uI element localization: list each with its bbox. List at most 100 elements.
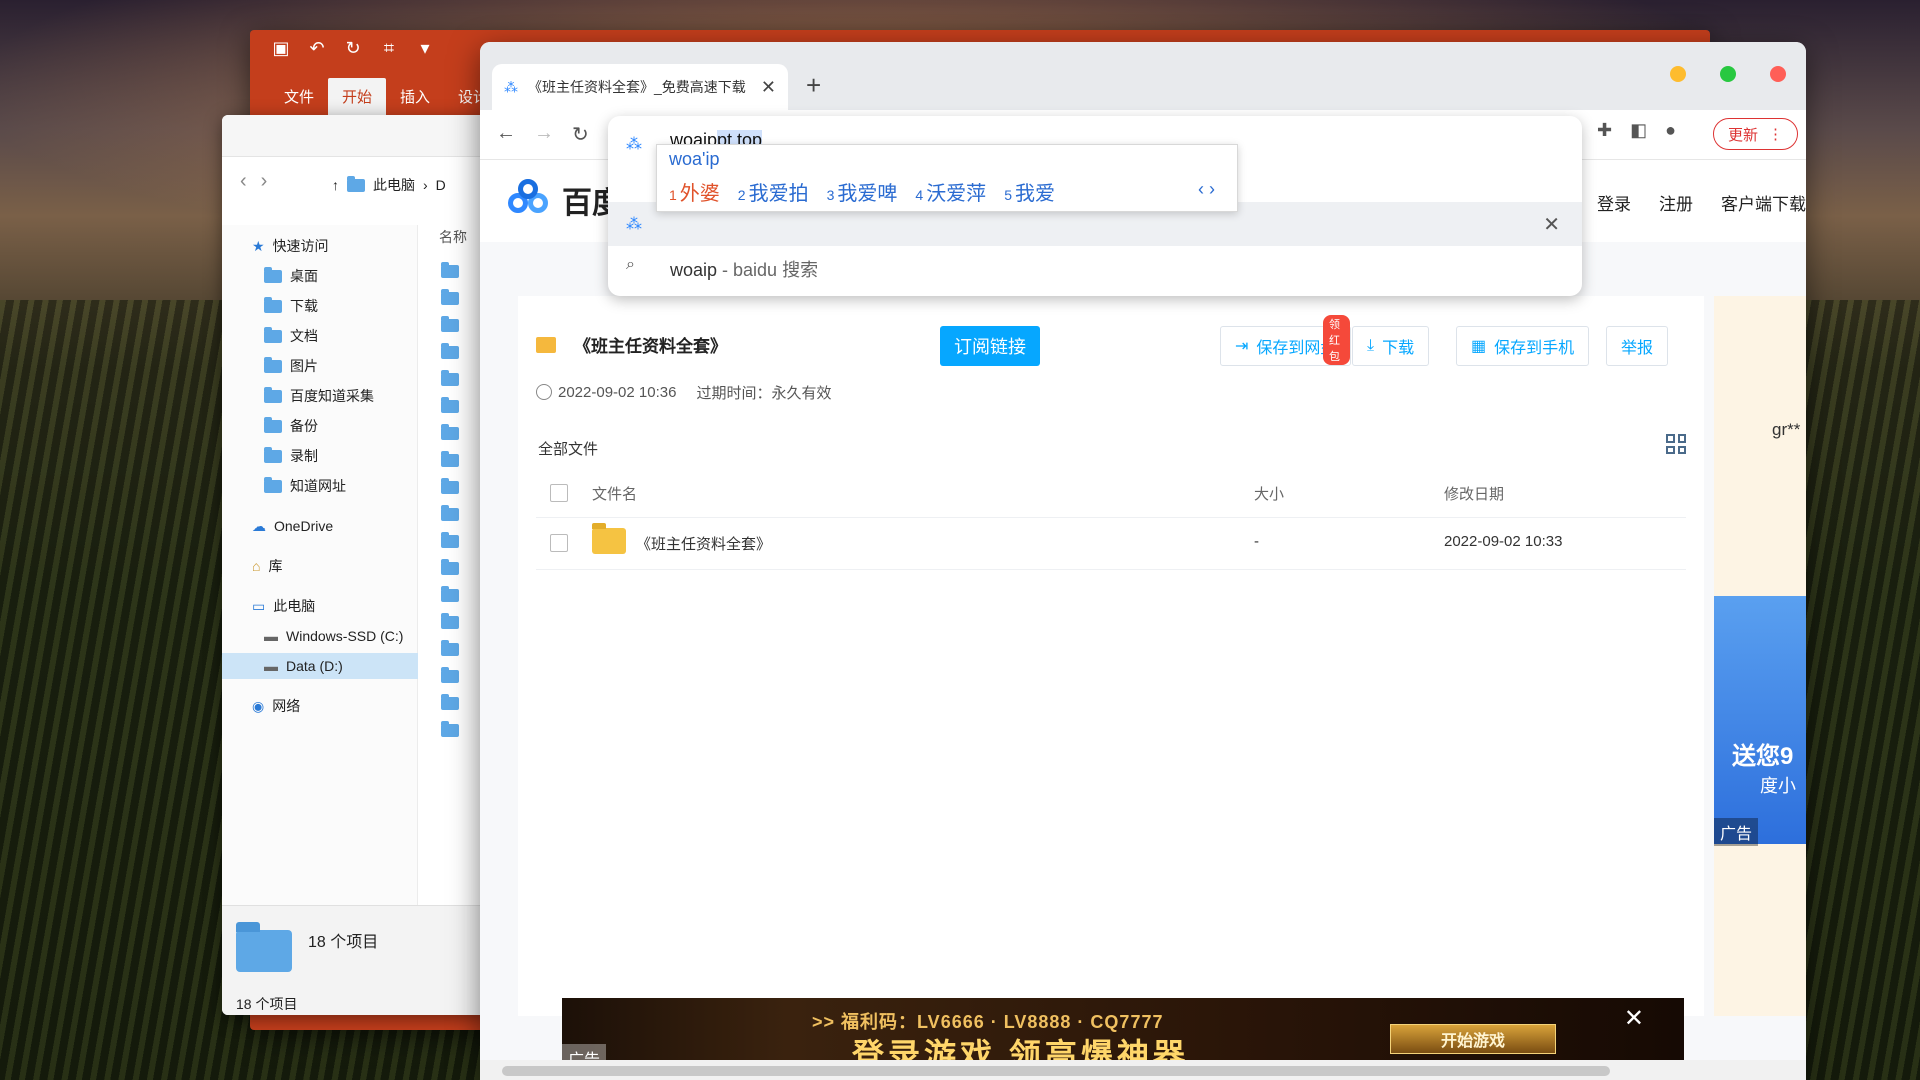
browser-tab[interactable]: ⁂ 《班主任资料全套》_免费高速下载 ✕	[492, 64, 788, 110]
side-advertisement[interactable]: gr** 送您9 度小 广告	[1714, 296, 1806, 1016]
folder-icon[interactable]	[441, 667, 459, 683]
sidebar-item-recordings[interactable]: 录制	[264, 443, 318, 469]
report-button[interactable]: 举报	[1606, 326, 1669, 366]
sidebar-item-library[interactable]: ⌂ 库	[252, 553, 282, 579]
folder-icon[interactable]	[441, 478, 459, 494]
side-ad-banner[interactable]	[1714, 596, 1806, 844]
ime-candidate[interactable]: 1 外婆	[669, 177, 720, 206]
folder-icon[interactable]	[441, 613, 459, 629]
reload-icon[interactable]: ↻	[572, 122, 589, 147]
folder-icon[interactable]	[441, 640, 459, 656]
sidebar-item-zhidao-urls[interactable]: 知道网址	[264, 473, 346, 499]
back-icon[interactable]: ←	[496, 122, 516, 145]
folder-icon[interactable]	[441, 721, 459, 737]
library-icon: ⌂	[252, 558, 261, 574]
maximize-button[interactable]	[1720, 66, 1736, 82]
horizontal-scrollbar[interactable]	[480, 1060, 1806, 1080]
table-row[interactable]: 《班主任资料全套》 - 2022-09-02 10:33	[536, 518, 1686, 570]
sidebar-item-network[interactable]: ◉ 网络	[252, 693, 300, 719]
save-to-phone-button[interactable]: ▦ 保存到手机	[1456, 326, 1590, 366]
client-download-link[interactable]: 客户端下载	[1721, 190, 1806, 215]
up-icon[interactable]: ↑	[332, 177, 339, 193]
sidebar-item-backup[interactable]: 备份	[264, 413, 318, 439]
folder-icon[interactable]	[441, 694, 459, 710]
folder-icon[interactable]	[441, 586, 459, 602]
ime-page-arrows[interactable]: ‹ ›	[1198, 179, 1215, 200]
side-panel-icon[interactable]: ◧	[1630, 120, 1647, 141]
sidebar-item-pictures[interactable]: 图片	[264, 353, 318, 379]
folder-icon	[264, 476, 282, 493]
redo-icon[interactable]: ↻	[342, 38, 364, 59]
ribbon-tabs: 文件 开始 插入 设计	[270, 78, 502, 115]
profile-icon[interactable]: ●	[1665, 120, 1676, 141]
select-all-checkbox[interactable]	[550, 484, 568, 502]
sidebar-item-documents[interactable]: 文档	[264, 323, 318, 349]
folder-icon[interactable]	[441, 343, 459, 359]
undo-icon[interactable]: ↶	[306, 38, 328, 59]
sidebar-item-downloads[interactable]: 下载	[264, 293, 318, 319]
explorer-toolbar	[222, 115, 492, 157]
sidebar-item-onedrive[interactable]: ☁ OneDrive	[252, 513, 333, 539]
new-tab-button[interactable]: +	[806, 70, 821, 101]
save-to-cloud-button[interactable]: ⇥ 保存到网盘 领红包	[1220, 315, 1352, 366]
extensions-icon[interactable]: ✚	[1597, 120, 1612, 141]
login-link[interactable]: 登录	[1597, 190, 1631, 215]
customize-qat-icon[interactable]: ▾	[414, 38, 436, 59]
column-header-size: 大小	[1254, 486, 1285, 503]
sidebar-item-drive-c[interactable]: ▬ Windows-SSD (C:)	[264, 623, 403, 649]
sidebar-item-this-pc[interactable]: ▭ 此电脑	[252, 593, 315, 619]
folder-icon[interactable]	[441, 316, 459, 332]
forward-icon[interactable]: ›	[261, 170, 268, 193]
ime-candidate[interactable]: 2 我爱拍	[738, 177, 809, 206]
breadcrumb-drive[interactable]: D	[436, 177, 446, 193]
more-menu-icon[interactable]: ⋮	[1768, 125, 1783, 143]
forward-icon[interactable]: →	[534, 122, 554, 145]
folder-icon[interactable]	[441, 370, 459, 386]
folder-icon[interactable]	[441, 559, 459, 575]
ime-candidate[interactable]: 4 沃爱萍	[915, 177, 986, 206]
ribbon-tab-home[interactable]: 开始	[328, 78, 387, 115]
folder-icon[interactable]	[441, 397, 459, 413]
close-window-button[interactable]	[1770, 66, 1786, 82]
format-painter-icon[interactable]: ⌗	[378, 38, 400, 59]
all-files-breadcrumb[interactable]: 全部文件	[538, 438, 598, 459]
ime-candidate[interactable]: 3 我爱啤	[827, 177, 898, 206]
back-icon[interactable]: ‹	[240, 170, 247, 193]
scrollbar-thumb[interactable]	[502, 1066, 1610, 1076]
cloud-icon: ☁	[252, 517, 266, 534]
sidebar-item-drive-d[interactable]: ▬ Data (D:)	[222, 653, 418, 679]
side-ad-headline: 送您9	[1732, 743, 1794, 770]
grid-view-icon[interactable]	[1666, 434, 1686, 454]
folder-icon[interactable]	[441, 289, 459, 305]
folder-icon[interactable]	[441, 262, 459, 278]
folder-icon[interactable]	[441, 505, 459, 521]
file-name[interactable]: 《班主任资料全套》	[636, 533, 771, 554]
close-ad-icon[interactable]: ✕	[1624, 1004, 1644, 1033]
update-button[interactable]: 更新 ⋮	[1712, 118, 1798, 150]
sidebar-item-quick-access[interactable]: ★ 快速访问	[252, 233, 329, 259]
column-header-date: 修改日期	[1444, 486, 1505, 503]
start-game-button[interactable]: 开始游戏	[1390, 1024, 1556, 1054]
baidu-logo[interactable]: 百度	[506, 178, 622, 222]
omnibox-suggestion-search[interactable]: ⌕ woaip - baidu 搜索	[608, 244, 1582, 288]
remove-suggestion-icon[interactable]: ✕	[1543, 212, 1560, 237]
minimize-button[interactable]	[1670, 66, 1686, 82]
register-link[interactable]: 注册	[1659, 190, 1693, 215]
folder-icon[interactable]	[441, 451, 459, 467]
subscribe-button[interactable]: 订阅链接	[940, 326, 1040, 366]
folder-icon[interactable]	[441, 424, 459, 440]
column-header-name[interactable]: 名称	[439, 227, 467, 247]
close-tab-icon[interactable]: ✕	[761, 77, 776, 98]
save-icon[interactable]: ▣	[270, 38, 292, 59]
download-button[interactable]: ⤓ 下载	[1352, 326, 1430, 366]
sidebar-item-desktop[interactable]: 桌面	[264, 263, 318, 289]
folder-icon[interactable]	[441, 532, 459, 548]
ribbon-tab-insert[interactable]: 插入	[386, 78, 444, 115]
ime-candidate[interactable]: 5 我爱	[1004, 177, 1055, 206]
ribbon-tab-file[interactable]: 文件	[270, 78, 328, 115]
baidu-logo-icon	[506, 179, 554, 221]
ime-candidate-window: woa'ip 1 外婆 2 我爱拍 3 我爱啤 4 沃爱萍 5 我爱 ‹ ›	[656, 144, 1238, 212]
row-checkbox[interactable]	[550, 534, 568, 552]
sidebar-item-baidu-zhidao[interactable]: 百度知道采集	[264, 383, 374, 409]
breadcrumb-this-pc[interactable]: 此电脑	[373, 175, 415, 195]
